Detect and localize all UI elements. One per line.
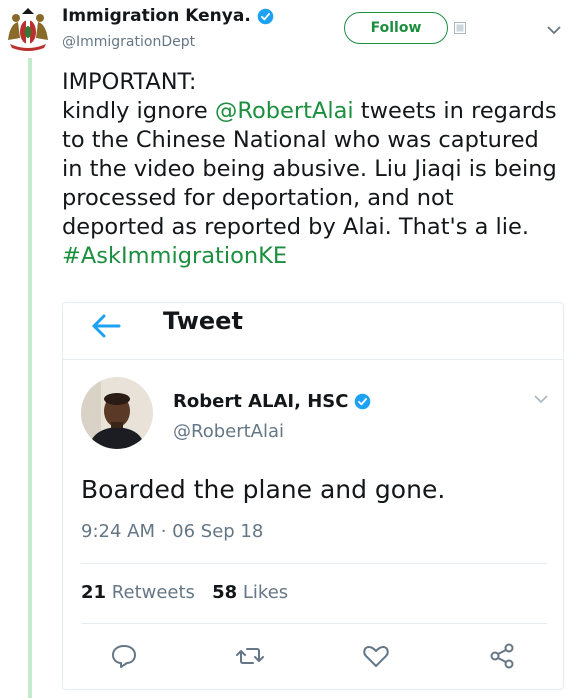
embedded-title: Tweet [163,307,243,335]
divider [81,563,547,564]
chevron-down-icon [534,395,548,404]
card-icon [454,22,466,34]
embedded-timestamp: 9:24 AM · 06 Sep 18 [81,521,264,542]
embedded-tweet-text: Boarded the plane and gone. [81,475,446,504]
retweets-label: Retweets [111,582,195,603]
embedded-header: Tweet [63,303,563,360]
profile-photo [81,377,153,449]
account-handle[interactable]: @ImmigrationDept [62,34,195,50]
tweet-heading: IMPORTANT: [62,69,197,95]
verified-icon [257,8,274,24]
retweets-count: 21 [81,582,107,603]
chevron-down-icon[interactable] [546,24,562,36]
thread-line [28,58,32,698]
account-name-row[interactable]: Immigration Kenya. [62,6,274,26]
hashtag-link[interactable]: #AskImmigrationKE [62,243,287,269]
follow-button[interactable]: Follow [344,12,448,44]
retweet-icon [236,648,264,664]
embedded-screenshot[interactable]: Tweet Robert ALAI, HSC @RobertAlai Board… [62,302,564,690]
like-icon [363,646,389,667]
likes-count: 58 [212,582,238,603]
mention-link[interactable]: @RobertAlai [215,98,354,124]
tweet-text: IMPORTANT: kindly ignore @RobertAlai twee… [62,68,562,271]
back-arrow-icon [92,314,121,338]
likes-label: Likes [242,582,289,603]
embedded-author-handle: @RobertAlai [173,421,285,442]
coat-of-arms-icon[interactable] [4,6,52,54]
embedded-author-row: Robert ALAI, HSC [173,391,371,412]
reply-icon [112,645,136,668]
verified-icon [355,393,371,410]
engagement-stats: 21 Retweets 58 Likes [81,582,288,603]
tweet-text-prefix: kindly ignore [62,98,215,124]
divider [81,623,547,624]
share-icon [490,643,514,669]
account-name[interactable]: Immigration Kenya. [62,6,251,26]
embedded-author-name: Robert ALAI, HSC [173,391,349,412]
